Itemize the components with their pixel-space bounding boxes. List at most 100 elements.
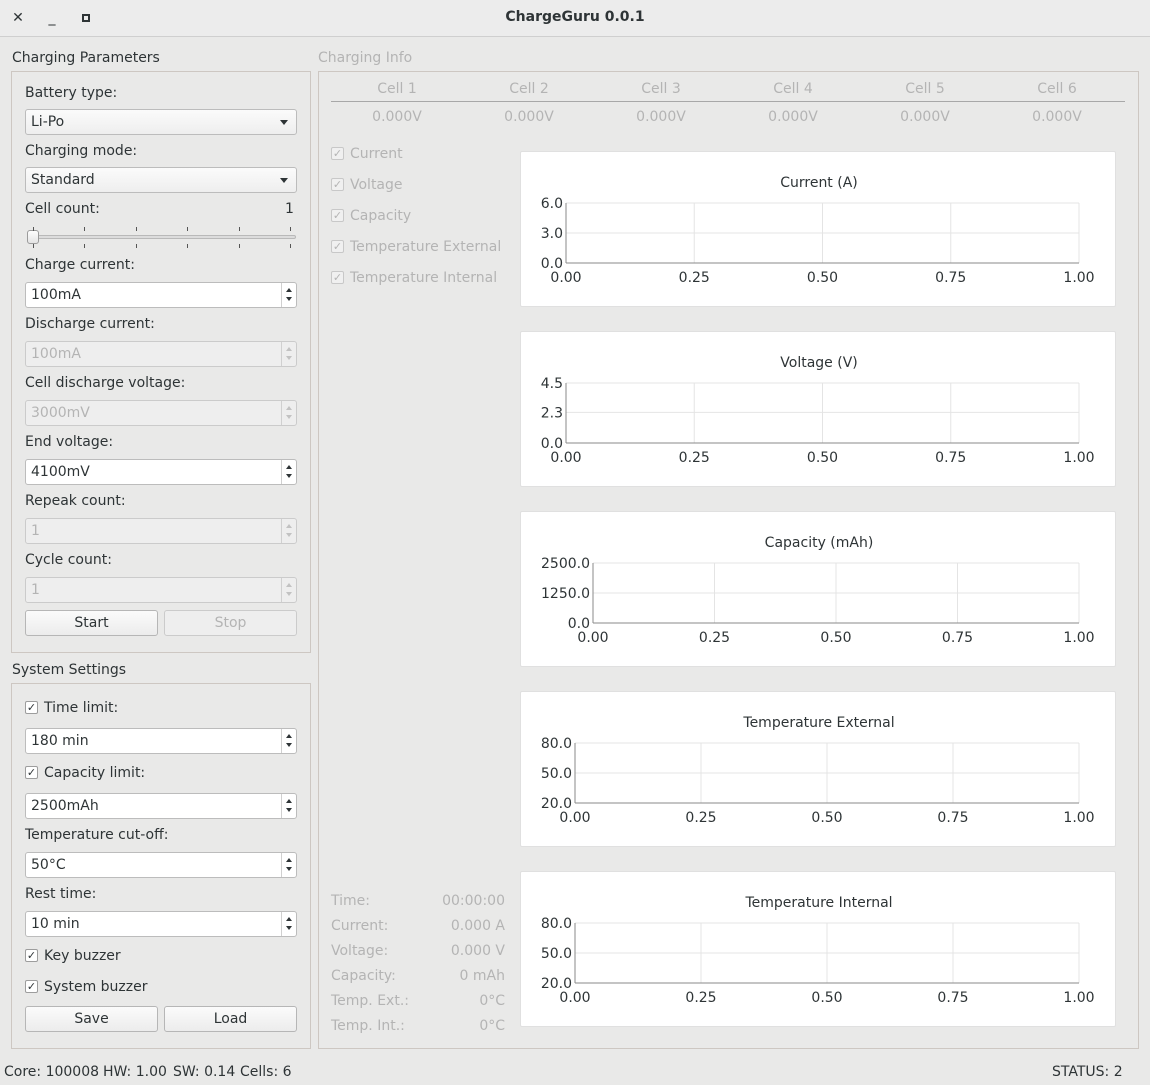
- slider-tick: [187, 244, 188, 248]
- y-tick-label: 2.3: [541, 405, 563, 421]
- temperature-cutoff-value: 50°C: [31, 857, 66, 873]
- spin-buttons[interactable]: [281, 794, 296, 818]
- battery-type-select[interactable]: Li-Po: [25, 109, 297, 135]
- start-button[interactable]: Start: [25, 610, 158, 636]
- slider-tick: [239, 244, 240, 248]
- save-button[interactable]: Save: [25, 1006, 158, 1032]
- temp-int-readout-value: 0°C: [479, 1018, 505, 1034]
- arrow-up-icon[interactable]: [286, 734, 292, 738]
- x-tick-label: 0.75: [937, 990, 968, 1006]
- window-title: ChargeGuru 0.0.1: [505, 9, 645, 25]
- x-tick-label: 0.75: [942, 630, 973, 646]
- cell-4-header: Cell 4: [773, 81, 813, 97]
- capacity-limit-spinbox[interactable]: 2500mAh: [25, 793, 297, 819]
- cycle-count-spinbox: 1: [25, 577, 297, 603]
- x-tick-label: 0.25: [679, 450, 710, 466]
- cell-count-slider-track[interactable]: [28, 235, 296, 239]
- y-tick-label: 80.0: [541, 736, 572, 752]
- time-limit-checkbox[interactable]: ✓: [25, 701, 38, 714]
- temperature-cutoff-label: Temperature cut-off:: [25, 827, 169, 843]
- system-buzzer-label[interactable]: System buzzer: [44, 979, 147, 995]
- spin-buttons[interactable]: [281, 283, 296, 307]
- arrow-up-icon[interactable]: [286, 465, 292, 469]
- charging-mode-select[interactable]: Standard: [25, 167, 297, 193]
- time-readout-label: Time:: [331, 893, 370, 909]
- rest-time-spinbox[interactable]: 10 min: [25, 911, 297, 937]
- cell-count-label: Cell count:: [25, 201, 100, 217]
- rest-time-label: Rest time:: [25, 886, 97, 902]
- x-tick-label: 1.00: [1063, 270, 1094, 286]
- current-readout-label: Current:: [331, 918, 389, 934]
- current-chart: Current (A) 6.0 3.0 0.0 0.00 0.25 0.50 0.75 1.00: [520, 151, 1116, 307]
- spin-buttons[interactable]: [281, 460, 296, 484]
- spin-buttons[interactable]: [281, 853, 296, 877]
- x-tick-label: 0.75: [935, 450, 966, 466]
- arrow-up-icon[interactable]: [286, 858, 292, 862]
- arrow-down-icon[interactable]: [286, 743, 292, 747]
- x-tick-label: 0.00: [550, 450, 581, 466]
- temp-external-series-checkbox: ✓: [331, 240, 344, 253]
- chart-title: Capacity (mAh): [765, 535, 874, 551]
- arrow-up-icon: [286, 583, 292, 587]
- x-tick-label: 1.00: [1063, 810, 1094, 826]
- chart-title: Temperature Internal: [744, 895, 892, 911]
- arrow-down-icon[interactable]: [286, 474, 292, 478]
- key-buzzer-checkbox[interactable]: ✓: [25, 949, 38, 962]
- arrow-down-icon: [286, 415, 292, 419]
- x-tick-label: 0.25: [685, 990, 716, 1006]
- capacity-limit-value: 2500mAh: [31, 798, 99, 814]
- arrow-up-icon[interactable]: [286, 288, 292, 292]
- arrow-up-icon: [286, 524, 292, 528]
- capacity-readout-label: Capacity:: [331, 968, 396, 984]
- stop-button: Stop: [164, 610, 297, 636]
- charging-info-title: Charging Info: [318, 50, 413, 66]
- temperature-cutoff-spinbox[interactable]: 50°C: [25, 852, 297, 878]
- cell-discharge-voltage-spinbox: 3000mV: [25, 400, 297, 426]
- time-limit-label[interactable]: Time limit:: [44, 700, 118, 716]
- y-tick-label: 3.0: [541, 226, 563, 242]
- arrow-up-icon[interactable]: [286, 799, 292, 803]
- x-tick-label: 0.25: [699, 630, 730, 646]
- temp-ext-readout-label: Temp. Ext.:: [331, 993, 409, 1009]
- battery-type-value: Li-Po: [31, 114, 65, 130]
- spin-buttons[interactable]: [281, 912, 296, 936]
- system-buzzer-checkbox[interactable]: ✓: [25, 980, 38, 993]
- discharge-current-value: 100mA: [31, 346, 81, 362]
- arrow-down-icon[interactable]: [286, 867, 292, 871]
- arrow-down-icon: [286, 533, 292, 537]
- temp-internal-series-label: Temperature Internal: [350, 270, 498, 286]
- voltage-chart: Voltage (V) 4.5 2.3 0.0 0.00 0.25 0.50 0.75 1.00: [520, 331, 1116, 487]
- end-voltage-spinbox[interactable]: 4100mV: [25, 459, 297, 485]
- y-tick-label: 50.0: [541, 946, 572, 962]
- time-limit-spinbox[interactable]: 180 min: [25, 728, 297, 754]
- capacity-limit-checkbox[interactable]: ✓: [25, 766, 38, 779]
- x-tick-label: 0.50: [807, 450, 838, 466]
- arrow-down-icon[interactable]: [286, 808, 292, 812]
- time-limit-value: 180 min: [31, 733, 89, 749]
- system-settings-title: System Settings: [12, 662, 127, 678]
- repeak-count-spinbox: 1: [25, 518, 297, 544]
- slider-tick: [84, 244, 85, 248]
- current-series-checkbox: ✓: [331, 147, 344, 160]
- cell-3-voltage: 0.000V: [636, 109, 686, 125]
- battery-type-label: Battery type:: [25, 85, 118, 101]
- cell-count-slider-handle[interactable]: [27, 230, 39, 244]
- chart-svg: Voltage (V)4.52.30.00.00 0.25 0.50 0.75 1.00: [541, 355, 1095, 466]
- slider-tick: [33, 244, 34, 248]
- spin-buttons[interactable]: [281, 729, 296, 753]
- x-tick-label: 0.25: [685, 810, 716, 826]
- cell-6-voltage: 0.000V: [1032, 109, 1082, 125]
- arrow-down-icon[interactable]: [286, 926, 292, 930]
- key-buzzer-label[interactable]: Key buzzer: [44, 948, 121, 964]
- capacity-limit-label[interactable]: Capacity limit:: [44, 765, 145, 781]
- repeak-count-label: Repeak count:: [25, 493, 126, 509]
- charge-current-spinbox[interactable]: 100mA: [25, 282, 297, 308]
- arrow-down-icon[interactable]: [286, 297, 292, 301]
- y-tick-label: 2500.0: [541, 556, 590, 572]
- arrow-up-icon[interactable]: [286, 917, 292, 921]
- cell-3-header: Cell 3: [641, 81, 681, 97]
- load-button[interactable]: Load: [164, 1006, 297, 1032]
- end-voltage-value: 4100mV: [31, 464, 90, 480]
- arrow-down-icon: [286, 592, 292, 596]
- slider-tick: [290, 227, 291, 231]
